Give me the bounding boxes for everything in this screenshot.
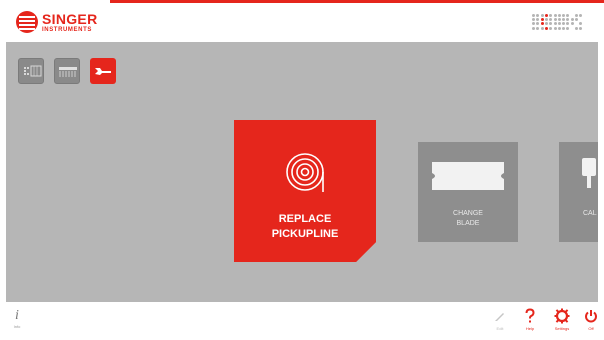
mode-button-array[interactable] bbox=[18, 58, 44, 84]
dot-matrix-dot bbox=[562, 18, 566, 22]
header-accent-line bbox=[110, 0, 604, 3]
dot-matrix-dot bbox=[532, 26, 535, 30]
array-icon bbox=[24, 65, 42, 77]
dot-matrix-dot bbox=[570, 22, 574, 26]
dot-matrix-dot bbox=[566, 18, 570, 22]
dot-matrix-dot bbox=[536, 26, 540, 30]
pin-tool-icon bbox=[59, 67, 77, 77]
dot-matrix-dot bbox=[570, 18, 574, 22]
coil-icon bbox=[286, 153, 324, 192]
dot-matrix-dot bbox=[532, 14, 535, 17]
mode-button-pin-tool[interactable] bbox=[54, 58, 80, 84]
dot-matrix-dot bbox=[549, 18, 553, 22]
dot-matrix-dot bbox=[549, 26, 553, 30]
bottom-toolbar: i Info Edit Help Settings Off bbox=[0, 304, 604, 340]
dot-matrix-dot bbox=[566, 22, 570, 26]
settings-button[interactable]: Settings bbox=[548, 308, 576, 338]
help-button[interactable]: Help bbox=[516, 308, 544, 338]
header: SINGER INSTRUMENTS bbox=[0, 0, 604, 40]
dot-matrix-dot bbox=[557, 14, 561, 17]
card-calibrate-nozzle[interactable]: CAL NO bbox=[559, 142, 598, 242]
dot-matrix-dot bbox=[540, 18, 544, 22]
dot-matrix-dot bbox=[575, 18, 578, 22]
singer-logo: SINGER INSTRUMENTS bbox=[16, 11, 97, 33]
nozzle-icon bbox=[582, 158, 596, 188]
card-change-blade[interactable]: CHANGE BLADE bbox=[418, 142, 518, 242]
dot-matrix-dot bbox=[557, 26, 561, 30]
brand-name: SINGER bbox=[42, 10, 98, 27]
dot-matrix-dot bbox=[557, 18, 561, 22]
dot-matrix-dot bbox=[562, 14, 566, 17]
info-icon: i bbox=[15, 308, 19, 323]
dot-matrix-dot bbox=[579, 22, 583, 26]
edit-button[interactable]: Edit bbox=[486, 308, 514, 338]
dot-matrix-dot bbox=[536, 14, 540, 17]
dot-matrix-dot bbox=[579, 26, 583, 30]
dot-matrix-dot bbox=[566, 14, 570, 17]
dot-matrix-dot bbox=[544, 26, 548, 30]
card-label: CHANGE BLADE bbox=[453, 210, 483, 227]
mode-button-maintenance[interactable] bbox=[90, 58, 116, 84]
wrench-icon bbox=[95, 68, 111, 75]
dot-matrix-dot bbox=[562, 22, 566, 26]
info-button[interactable]: i Info bbox=[12, 308, 22, 332]
help-label: Help bbox=[525, 326, 535, 331]
power-label: Off bbox=[588, 326, 594, 331]
dot-matrix-dot bbox=[540, 22, 544, 26]
app-window: SINGER INSTRUMENTS REPLACE PICKUPLINE CH… bbox=[0, 0, 604, 340]
dot-matrix-dot bbox=[566, 26, 570, 30]
pencil-icon bbox=[495, 313, 504, 321]
dot-matrix-dot bbox=[536, 18, 540, 22]
dot-matrix-dot bbox=[532, 18, 535, 22]
dot-matrix-icon bbox=[532, 14, 584, 30]
dot-matrix-dot bbox=[553, 18, 557, 22]
power-icon bbox=[585, 310, 597, 323]
dot-matrix-dot bbox=[544, 14, 548, 17]
dot-matrix-dot bbox=[575, 14, 578, 17]
dot-matrix-dot bbox=[536, 22, 540, 26]
card-label: CAL NO bbox=[583, 210, 598, 217]
info-label: Info bbox=[13, 324, 21, 329]
dot-matrix-dot bbox=[562, 26, 566, 30]
dot-matrix-dot bbox=[553, 26, 557, 30]
dot-matrix-dot bbox=[549, 14, 553, 17]
dot-matrix-dot bbox=[553, 22, 557, 26]
blade-icon bbox=[432, 162, 504, 190]
dot-matrix-dot bbox=[540, 26, 544, 30]
brand-subtitle: INSTRUMENTS bbox=[42, 26, 92, 33]
dot-matrix-dot bbox=[579, 14, 583, 17]
card-label: REPLACE PICKUPLINE bbox=[271, 213, 339, 240]
dot-matrix-dot bbox=[540, 14, 544, 17]
dot-matrix-dot bbox=[549, 22, 553, 26]
dot-matrix-dot bbox=[544, 18, 548, 22]
card-replace-pickupline[interactable]: REPLACE PICKUPLINE bbox=[234, 120, 376, 262]
power-button[interactable]: Off bbox=[580, 308, 602, 338]
settings-label: Settings bbox=[554, 326, 570, 331]
gear-icon bbox=[554, 308, 570, 324]
dot-matrix-dot bbox=[557, 22, 561, 26]
help-icon bbox=[525, 308, 535, 323]
dot-matrix-dot bbox=[553, 14, 557, 17]
singer-logo-mark bbox=[16, 11, 38, 33]
dot-matrix-dot bbox=[544, 22, 548, 26]
dot-matrix-dot bbox=[575, 26, 578, 30]
maintenance-panel: REPLACE PICKUPLINE CHANGE BLADE CAL NO bbox=[6, 42, 598, 302]
edit-label: Edit bbox=[496, 326, 504, 331]
dot-matrix-dot bbox=[532, 22, 535, 26]
